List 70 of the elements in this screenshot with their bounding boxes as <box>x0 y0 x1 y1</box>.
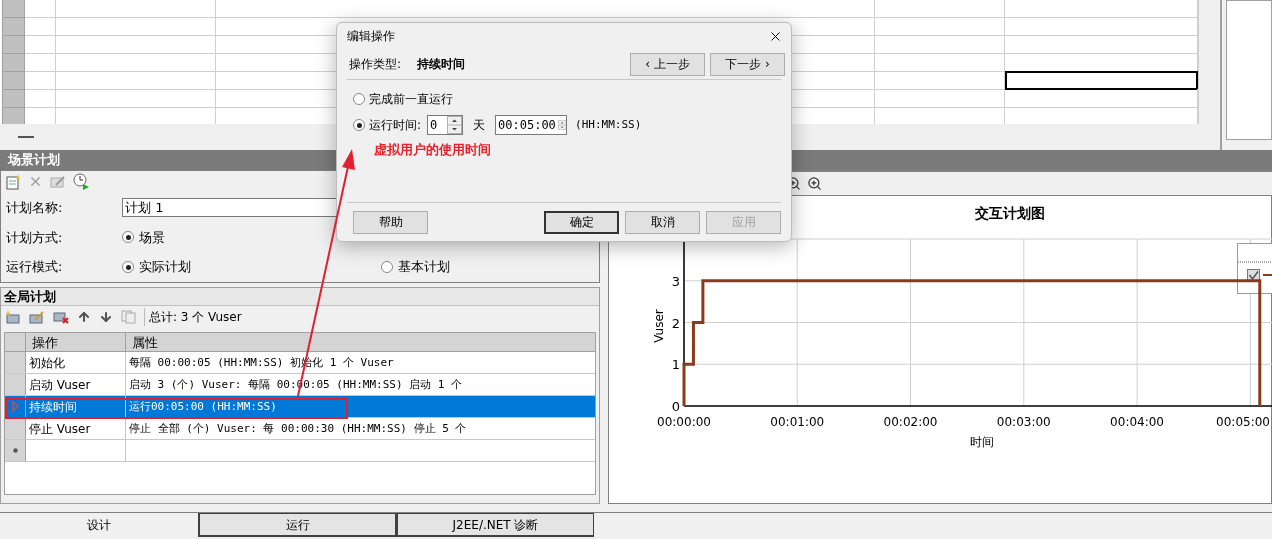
move-up-icon[interactable] <box>77 310 91 324</box>
x-axis-title: 时间 <box>970 435 995 449</box>
panel-header: 全局计划 <box>1 288 599 306</box>
step-button[interactable]: 下一步 › <box>710 52 785 76</box>
days-spinner[interactable]: 0 <box>427 115 464 135</box>
clock-icon[interactable] <box>73 173 90 191</box>
current-row-icon <box>11 401 19 412</box>
radio-label: 运行时间: <box>369 117 422 134</box>
spinner-arrows-icon[interactable] <box>447 116 463 134</box>
column-header[interactable]: 属性 <box>126 333 595 351</box>
y-axis-title: Vuser <box>652 309 666 343</box>
radio-label: 完成前一直运行 <box>369 91 453 108</box>
table-row[interactable]: 停止 Vuser 停止 全部 (个) Vuser: 每 00:00:30 (HH:MM:SS) 停止 5 个 <box>5 418 595 440</box>
x-tick-label: 00:02:00 <box>883 415 938 429</box>
time-format: (HH:MM:SS) <box>575 116 642 133</box>
radio-button[interactable] <box>122 261 134 274</box>
days-unit: 天 <box>473 117 486 134</box>
x-tick-label: 00:01:00 <box>770 415 825 429</box>
x-tick-label: 00:05:00 <box>1216 415 1270 429</box>
legend-line-icon <box>1262 274 1272 276</box>
dialog-title: 编辑操作 <box>347 28 395 45</box>
row-header-cell[interactable] <box>2 107 25 124</box>
radio-label: 场景 <box>139 228 165 247</box>
type-label: 操作类型: <box>349 56 403 73</box>
tab[interactable]: 运行 <box>198 513 396 537</box>
y-tick-label: 0 <box>671 399 680 414</box>
tab[interactable]: J2EE/.NET 诊断 <box>396 513 594 537</box>
radio-button[interactable] <box>381 261 393 274</box>
grid-cell[interactable] <box>1005 71 1198 90</box>
zoom-fit-icon[interactable] <box>807 176 822 191</box>
radio-button[interactable] <box>122 231 134 244</box>
x-tick-label: 00:04:00 <box>1110 415 1165 429</box>
column-header[interactable]: 操作 <box>26 333 126 351</box>
y-tick-label: 1 <box>671 357 680 373</box>
move-down-icon[interactable] <box>99 310 113 324</box>
table-cell: 持续时间 <box>26 396 126 417</box>
new-row-icon <box>12 448 18 453</box>
time-spinner[interactable]: 00:05:00 <box>495 115 568 135</box>
edit-icon[interactable] <box>29 310 45 324</box>
table-row[interactable]: 持续时间 运行00:05:00 (HH:MM:SS) <box>5 396 595 418</box>
radio-label: 基本计划 <box>398 258 450 277</box>
copy-icon[interactable] <box>121 310 136 324</box>
dialog-button[interactable]: 确定 <box>544 210 619 234</box>
radio-label: 实际计划 <box>139 258 191 277</box>
table-cell: 初始化 <box>26 352 126 373</box>
table-cell-text: 停止 全部 (个) Vuser: 每 00:00:30 (HH:MM:SS) 停止 5 个 <box>128 421 467 437</box>
x-tick-label: 00:00:00 <box>657 415 711 429</box>
radio-button[interactable] <box>353 93 365 105</box>
row-header-cell[interactable] <box>2 0 25 18</box>
field-label: 运行模式: <box>6 258 64 277</box>
total-vusers: 总计: 3 个 Vuser <box>144 308 242 326</box>
new-document-icon[interactable] <box>5 173 21 190</box>
field-label: 计划方式: <box>6 228 64 247</box>
table-cell-text: 运行00:05:00 (HH:MM:SS) <box>128 399 277 415</box>
dash-icon[interactable] <box>18 135 34 139</box>
dialog-button[interactable]: 取消 <box>625 210 700 234</box>
type-value: 持续时间 <box>417 56 466 73</box>
add-icon[interactable] <box>5 310 21 324</box>
field-label: 计划名称: <box>6 198 64 217</box>
table-cell: 启动 Vuser <box>26 374 126 395</box>
x-tick-label: 00:03:00 <box>996 415 1051 429</box>
dialog-button[interactable]: 帮助 <box>353 210 428 234</box>
radio-button[interactable] <box>353 119 365 131</box>
table-cell: 停止 Vuser <box>26 418 126 439</box>
edit-icon[interactable] <box>50 174 66 189</box>
chart-title: 交互计划图 <box>975 203 1045 223</box>
step-button[interactable]: ‹ 上一步 <box>630 52 705 76</box>
y-tick-label: 2 <box>671 315 680 331</box>
remove-icon[interactable] <box>53 310 69 324</box>
y-tick-label: 3 <box>671 273 680 289</box>
